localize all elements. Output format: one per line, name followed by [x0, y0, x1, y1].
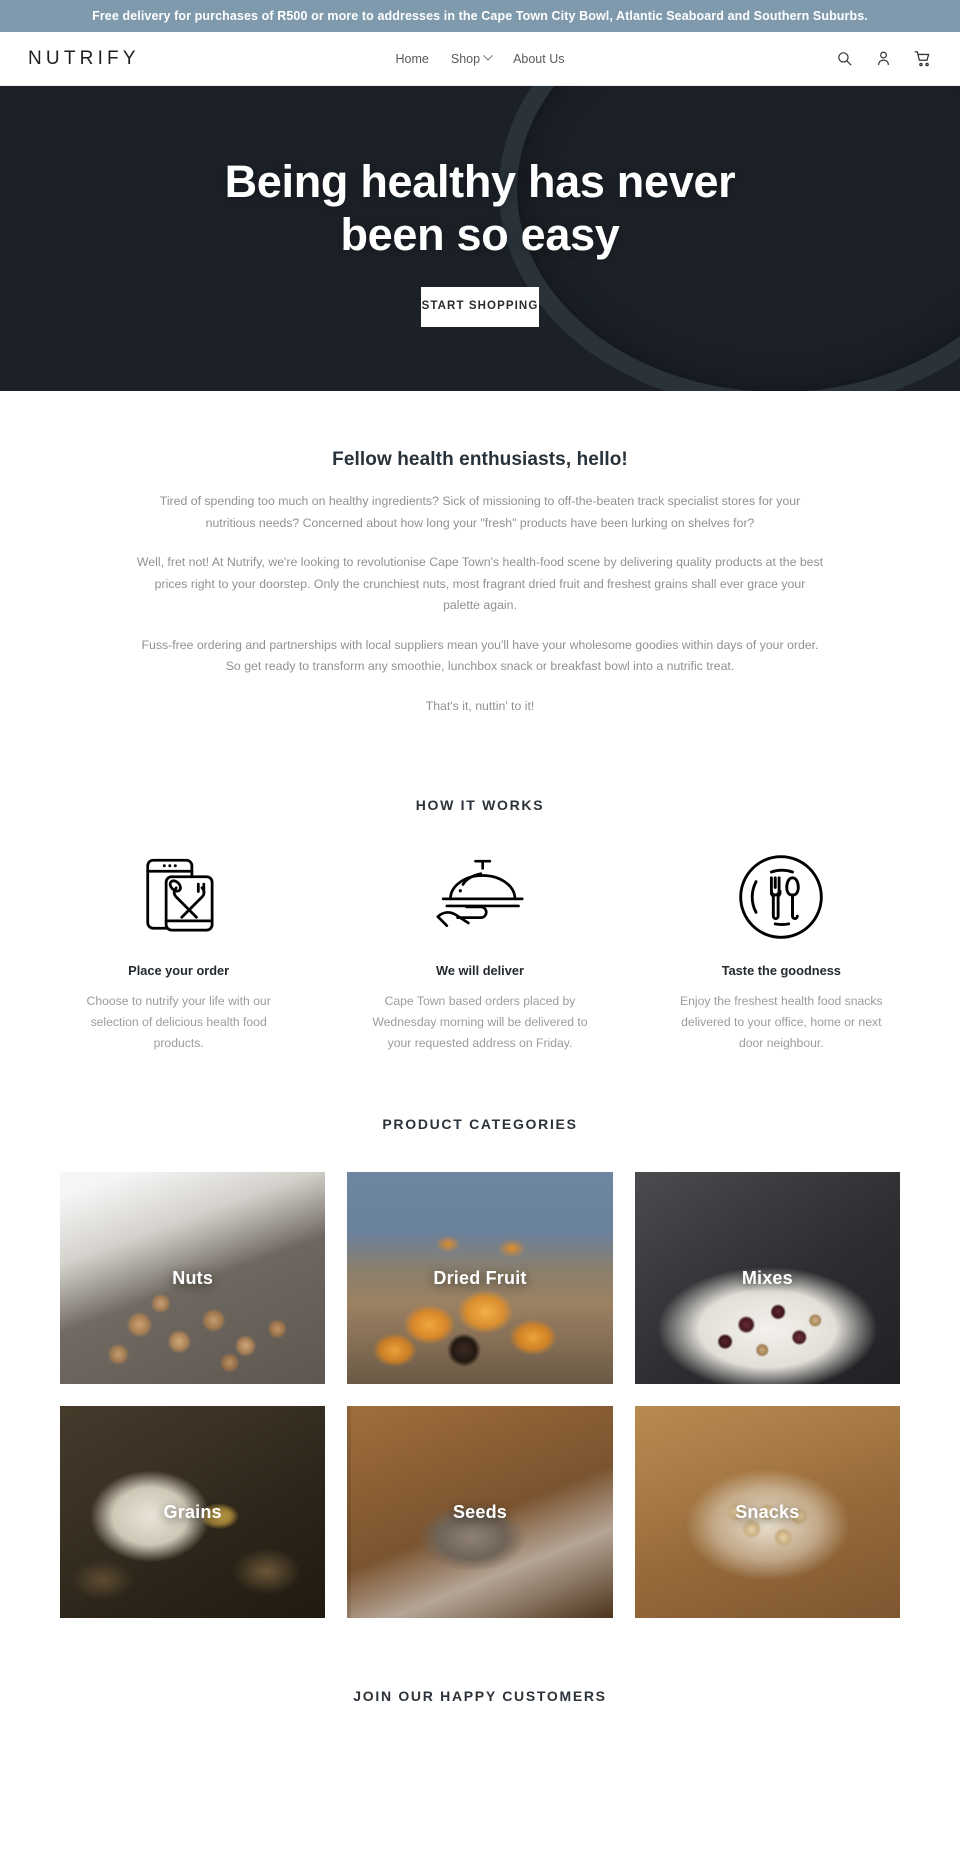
intro-paragraph-4: That's it, nuttin' to it! [425, 698, 535, 713]
category-card-snacks[interactable]: Snacks [634, 1406, 900, 1619]
header-icon-group [836, 50, 932, 68]
how-it-works-steps: Place your order Choose to nutrify your … [0, 849, 960, 1054]
category-label-mixes: Mixes [741, 1267, 793, 1288]
search-icon[interactable] [836, 50, 853, 67]
nav-item-about-us-label: About Us [513, 51, 565, 66]
site-logo[interactable]: NUTRIFY [28, 48, 140, 70]
join-customers-heading: JOIN OUR HAPPY CUSTOMERS [353, 1688, 607, 1705]
category-label-seeds: Seeds [452, 1501, 508, 1522]
cart-icon[interactable] [914, 50, 932, 68]
intro-paragraph-3: Fuss-free ordering and partnerships with… [141, 637, 819, 674]
hero-banner: Being healthy has never been so easy STA… [0, 86, 960, 391]
category-label-snacks: Snacks [735, 1501, 800, 1522]
hero-title: Being healthy has never been so easy [224, 156, 736, 260]
intro-paragraph-2: Well, fret not! At Nutrify, we're lookin… [136, 555, 824, 613]
start-shopping-button[interactable]: START SHOPPING [421, 286, 539, 327]
step-1-title: Place your order [128, 963, 230, 979]
intro-section: Fellow health enthusiasts, hello! Tired … [0, 391, 960, 745]
phone-order-icon [46, 849, 311, 945]
category-card-grains[interactable]: Grains [60, 1406, 326, 1619]
step-1-description: Choose to nutrify your life with our sel… [86, 994, 271, 1051]
category-label-grains: Grains [163, 1501, 222, 1522]
main-navigation: Home Shop About Us [396, 50, 564, 66]
how-it-works-heading: HOW IT WORKS [415, 797, 545, 814]
product-categories-heading: PRODUCT CATEGORIES [382, 1116, 578, 1133]
step-3-title: Taste the goodness [721, 963, 841, 979]
intro-heading: Fellow health enthusiasts, hello! [332, 449, 628, 470]
food-dome-delivery-icon [347, 849, 612, 945]
category-label-nuts: Nuts [172, 1267, 214, 1288]
product-categories-section: PRODUCT CATEGORIES Nuts Dried Fruit Mixe… [0, 1054, 960, 1619]
step-2-description: Cape Town based orders placed by Wednesd… [372, 994, 588, 1051]
step-2-title: We will deliver [436, 963, 524, 979]
category-card-seeds[interactable]: Seeds [347, 1406, 613, 1619]
nav-item-about-us[interactable]: About Us [513, 52, 564, 66]
how-it-works-step-3: Taste the goodness Enjoy the freshest he… [631, 849, 932, 1054]
join-customers-section: JOIN OUR HAPPY CUSTOMERS [0, 1618, 960, 1744]
nav-item-shop[interactable]: Shop [450, 50, 493, 66]
category-card-nuts[interactable]: Nuts [60, 1172, 326, 1385]
nav-item-home[interactable]: Home [396, 52, 429, 66]
product-categories-grid: Nuts Dried Fruit Mixes Grains Seeds Snac… [0, 1172, 960, 1619]
step-3-description: Enjoy the freshest health food snacks de… [680, 994, 883, 1051]
intro-paragraph-1: Tired of spending too much on healthy in… [159, 494, 801, 530]
how-it-works-step-2: We will deliver Cape Town based orders p… [329, 849, 630, 1054]
plate-cutlery-icon [649, 849, 914, 945]
category-card-dried-fruit[interactable]: Dried Fruit [347, 1172, 613, 1385]
account-icon[interactable] [875, 50, 892, 67]
announcement-bar: Free delivery for purchases of R500 or m… [0, 0, 960, 32]
category-card-mixes[interactable]: Mixes [634, 1172, 900, 1385]
nav-item-shop-label: Shop [450, 51, 481, 66]
how-it-works-section: HOW IT WORKS Place your order Choose to … [0, 745, 960, 1054]
announcement-text: Free delivery for purchases of R500 or m… [92, 9, 868, 23]
how-it-works-step-1: Place your order Choose to nutrify your … [28, 849, 329, 1054]
chevron-down-icon [482, 50, 493, 61]
hero-content: Being healthy has never been so easy STA… [0, 86, 960, 391]
nav-item-home-label: Home [395, 51, 429, 66]
category-label-dried-fruit: Dried Fruit [433, 1267, 527, 1288]
site-header: NUTRIFY Home Shop About Us [0, 32, 960, 86]
